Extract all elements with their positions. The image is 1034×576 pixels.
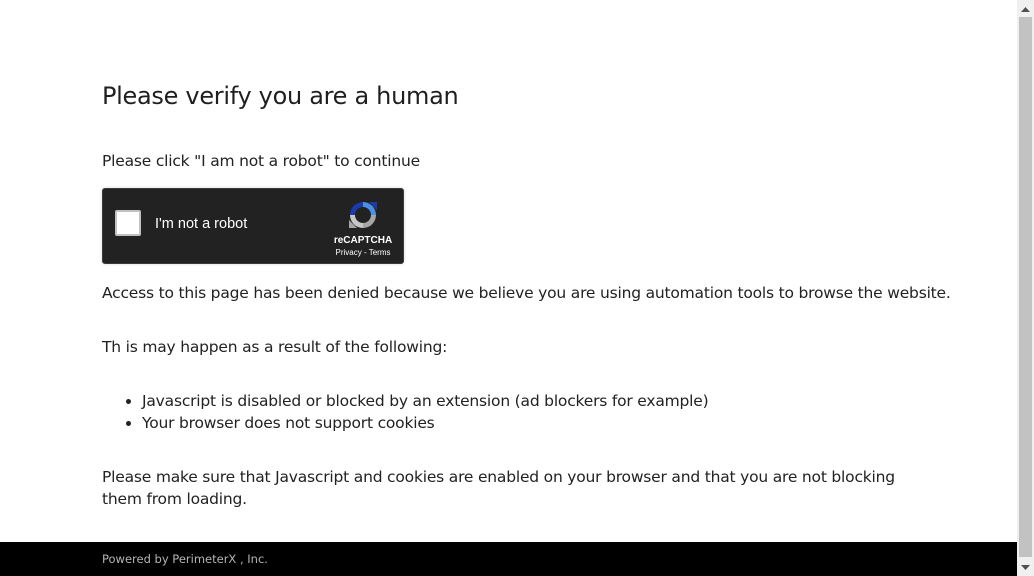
privacy-link[interactable]: Privacy (336, 248, 362, 257)
not-a-robot-checkbox[interactable] (115, 210, 141, 236)
recaptcha-links: Privacy - Terms (333, 248, 393, 257)
final-instruction-text: Please make sure that Javascript and coo… (102, 468, 895, 508)
recaptcha-logo-icon (349, 202, 377, 228)
recaptcha-branding: reCAPTCHA Privacy - Terms (333, 199, 393, 257)
reasons-heading: Th is may happen as a result of the foll… (102, 338, 448, 356)
scrollbar-thumb[interactable] (1019, 17, 1032, 557)
access-denied-text: Access to this page has been denied beca… (102, 284, 951, 302)
reasons-list: Javascript is disabled or blocked by an … (102, 390, 709, 434)
list-item: Your browser does not support cookies (142, 412, 708, 434)
page-viewport: Please verify you are a human Please cli… (0, 0, 1017, 576)
recaptcha-brand-name: reCAPTCHA (333, 235, 393, 246)
instruction-text: Please click "I am not a robot" to conti… (102, 152, 420, 170)
scroll-up-arrow-icon[interactable] (1017, 0, 1034, 17)
scroll-down-arrow-icon[interactable] (1017, 559, 1034, 576)
link-separator: - (361, 248, 369, 257)
list-item: Javascript is disabled or blocked by an … (142, 390, 709, 412)
footer: Powered by PerimeterX , Inc. (0, 542, 1017, 576)
recaptcha-widget: I'm not a robot reCAPTCHA Privacy - Term… (102, 188, 404, 264)
terms-link[interactable]: Terms (369, 248, 391, 257)
footer-text: Powered by PerimeterX , Inc. (102, 552, 268, 566)
checkbox-label[interactable]: I'm not a robot (155, 216, 247, 232)
vertical-scrollbar[interactable] (1017, 0, 1034, 576)
page-title: Please verify you are a human (102, 82, 459, 110)
